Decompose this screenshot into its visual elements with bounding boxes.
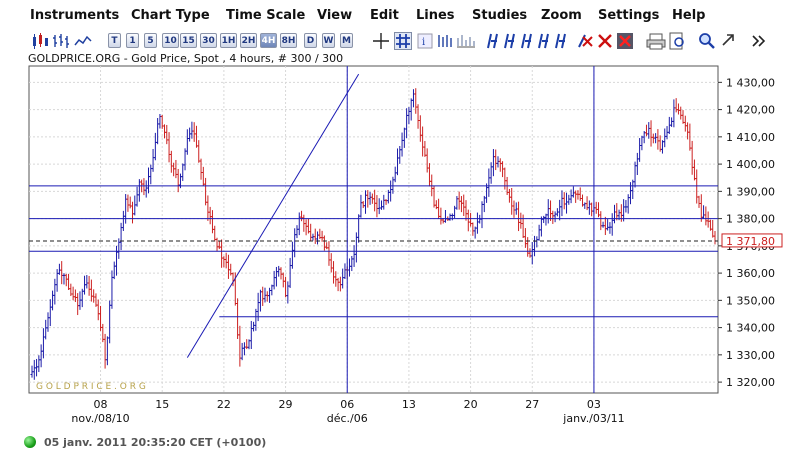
x-tick-label: 08 [94, 398, 108, 411]
chart-watermark: G O L D P R I C E . O R G [36, 382, 146, 392]
x-month-label: déc./06 [327, 412, 368, 425]
y-tick-label: 1 330,00 [726, 349, 775, 362]
last-price-label: 1 371,80 [726, 235, 775, 248]
y-tick-label: 1 350,00 [726, 294, 775, 307]
x-tick-label: 06 [340, 398, 354, 411]
plot-area [28, 65, 719, 394]
y-tick-label: 1 390,00 [726, 185, 775, 198]
x-tick-label: 22 [217, 398, 231, 411]
x-tick-label: 27 [525, 398, 539, 411]
x-tick-label: 13 [402, 398, 416, 411]
y-tick-label: 1 360,00 [726, 267, 775, 280]
y-tick-label: 1 400,00 [726, 158, 775, 171]
status-indicator-icon [24, 436, 36, 448]
y-tick-label: 1 380,00 [726, 213, 775, 226]
status-timestamp: 05 janv. 2011 20:35:20 CET (+0100) [44, 436, 267, 449]
x-tick-label: 29 [279, 398, 293, 411]
y-tick-label: 1 320,00 [726, 376, 775, 389]
price-chart[interactable]: 1 320,00 1 330,00 1 340,00 1 350,00 1 360,00… [0, 0, 809, 430]
x-tick-label: 03 [587, 398, 601, 411]
y-tick-label: 1 340,00 [726, 322, 775, 335]
y-tick-label: 1 430,00 [726, 76, 775, 89]
x-tick-label: 20 [464, 398, 478, 411]
y-tick-label: 1 420,00 [726, 104, 775, 117]
x-month-label: janv./03/11 [562, 412, 624, 425]
x-tick-label: 15 [155, 398, 169, 411]
x-month-label: nov./08/10 [71, 412, 129, 425]
y-tick-label: 1 410,00 [726, 131, 775, 144]
